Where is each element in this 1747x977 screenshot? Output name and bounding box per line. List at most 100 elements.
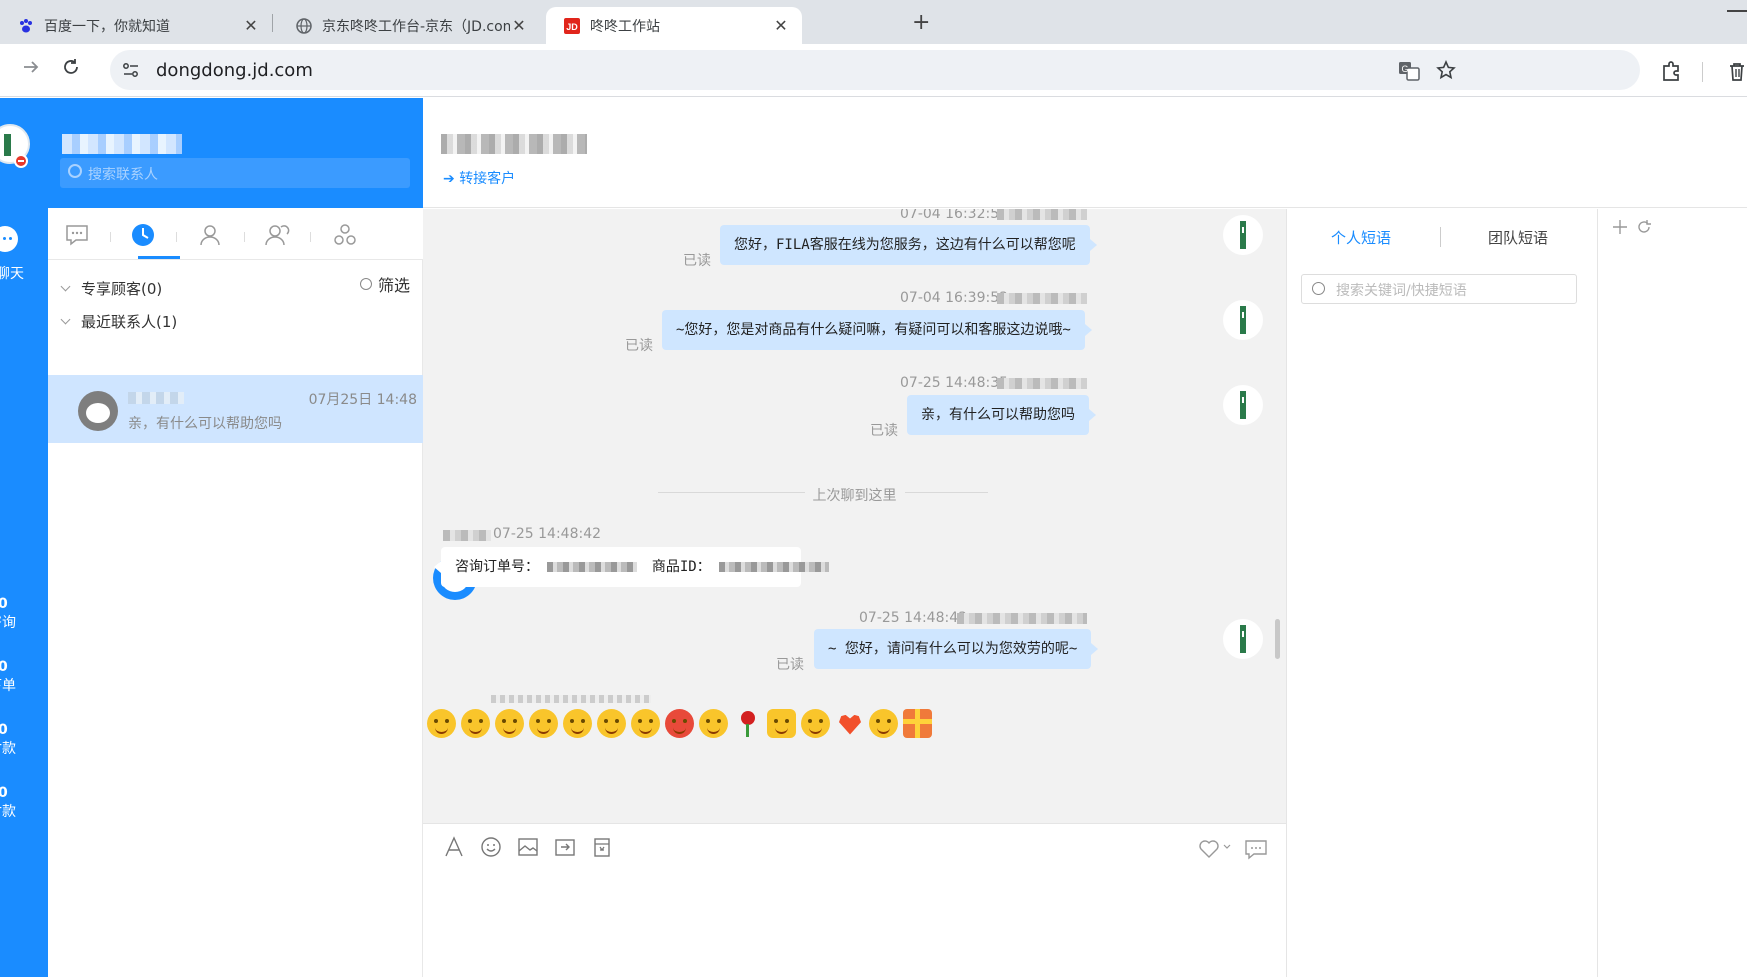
customer-name-redacted bbox=[128, 392, 184, 404]
message-bubble-outgoing: ~ 您好，请问有什么可以为您效劳的呢~ bbox=[814, 629, 1099, 669]
message-input-area[interactable] bbox=[423, 823, 1286, 977]
tab-personal-phrases[interactable]: 个人短语 bbox=[1331, 227, 1391, 248]
forward-arrow-icon[interactable] bbox=[22, 58, 40, 76]
emoji-moved-icon[interactable] bbox=[869, 708, 898, 738]
contact-list-item[interactable]: 07月25日 14:48 亲，有什么可以帮助您吗 bbox=[48, 375, 423, 443]
group-label: 最近联系人(1) bbox=[81, 313, 178, 331]
new-tab-button[interactable]: + bbox=[912, 10, 930, 35]
tab-group-icon[interactable] bbox=[332, 222, 358, 248]
group-vip-customers[interactable]: 专享顾客(0) bbox=[60, 278, 162, 299]
baidu-paw-icon bbox=[20, 18, 32, 32]
send-file-icon[interactable] bbox=[554, 836, 576, 858]
sender-name-redacted bbox=[997, 209, 1087, 220]
radio-icon bbox=[359, 278, 372, 290]
emoji-rose-icon[interactable] bbox=[733, 709, 762, 738]
stat-count: 0 bbox=[0, 659, 8, 675]
url-text[interactable]: dongdong.jd.com bbox=[156, 60, 313, 81]
emoji-wink-icon[interactable] bbox=[495, 708, 524, 738]
search-icon bbox=[1312, 282, 1325, 295]
minimize-window-icon[interactable] bbox=[1727, 10, 1747, 12]
svg-text:G: G bbox=[1401, 64, 1408, 74]
rail-stat-paid[interactable]: 0 付款 bbox=[0, 721, 16, 759]
message-bubble-outgoing: ~您好，您是对商品有什么疑问嘛，有疑问可以和客服这边说哦~ bbox=[662, 310, 1092, 350]
rail-chat-label[interactable]: 聊天 bbox=[0, 263, 24, 283]
add-icon[interactable] bbox=[1612, 219, 1628, 235]
phrase-search-input[interactable]: 搜索关键词/快捷短语 bbox=[1301, 274, 1577, 304]
reload-icon[interactable] bbox=[62, 58, 80, 76]
divider-label: 上次聊到这里 bbox=[804, 488, 905, 504]
close-tab-icon[interactable]: ✕ bbox=[510, 16, 528, 35]
browser-tab-strip: 百度一下，你就知道 ✕ 京东咚咚工作台-京东（JD.com） ✕ JD 咚咚工作… bbox=[0, 0, 1747, 44]
emoji-tongue-icon[interactable] bbox=[427, 708, 456, 738]
group-recent-contacts[interactable]: 最近联系人(1) bbox=[60, 311, 178, 332]
rail-stat-consult[interactable]: 0 咨询 bbox=[0, 595, 16, 633]
tab-recent-clock-icon[interactable] bbox=[130, 222, 156, 248]
translate-icon[interactable]: G bbox=[1398, 60, 1420, 82]
chat-customer-name-redacted bbox=[441, 134, 587, 154]
stat-label: 付款 bbox=[0, 741, 16, 757]
emoji-gift-icon[interactable] bbox=[903, 708, 932, 738]
coupon-icon[interactable] bbox=[591, 836, 613, 858]
stat-label: 付款 bbox=[0, 804, 16, 820]
quick-phrase-panel: 个人短语 团队短语 搜索关键词/快捷短语 bbox=[1286, 209, 1597, 977]
emoji-picker-icon[interactable] bbox=[480, 836, 502, 858]
contact-panel-header: 搜索联系人 bbox=[48, 98, 423, 208]
globe-icon bbox=[296, 17, 312, 34]
transfer-customer-button[interactable]: ➔ 转接客户 bbox=[443, 168, 515, 188]
emoji-victory-icon[interactable] bbox=[529, 708, 558, 738]
evaluation-invite-icon[interactable] bbox=[1198, 838, 1234, 860]
browser-tab-baidu[interactable]: 百度一下，你就知道 ✕ bbox=[0, 7, 272, 44]
tab-team-phrases[interactable]: 团队短语 bbox=[1488, 227, 1548, 248]
filter-toggle[interactable]: 筛选 bbox=[359, 272, 410, 296]
tab-contact-icon[interactable] bbox=[197, 222, 223, 248]
read-status: 已读 bbox=[625, 338, 653, 354]
font-style-icon[interactable] bbox=[443, 836, 465, 858]
emoji-blush-icon[interactable] bbox=[699, 708, 728, 738]
message-time: 07-25 14:48:35 bbox=[900, 375, 1009, 391]
message-scrollbar[interactable] bbox=[1275, 619, 1280, 659]
chevron-down-icon bbox=[60, 314, 71, 325]
chevron-down-icon bbox=[60, 281, 71, 292]
jd-logo-icon: JD bbox=[564, 17, 580, 34]
product-id-label: 商品ID： bbox=[651, 559, 711, 575]
emoji-smile-icon[interactable] bbox=[597, 708, 626, 738]
contact-search-input[interactable]: 搜索联系人 bbox=[60, 158, 410, 188]
emoji-dizzy-icon[interactable] bbox=[801, 708, 830, 738]
emoji-cool-icon[interactable] bbox=[631, 708, 660, 738]
browser-tab-dongdong[interactable]: JD 咚咚工作站 ✕ bbox=[546, 7, 802, 44]
agent-message-avatar bbox=[1223, 385, 1263, 425]
tab-title: 京东咚咚工作台-京东（JD.com） bbox=[322, 18, 510, 35]
sender-name-redacted bbox=[997, 378, 1087, 389]
emoji-quick-bar bbox=[423, 703, 1286, 743]
chat-bubble-icon[interactable] bbox=[0, 226, 18, 252]
tab-title: 百度一下，你就知道 bbox=[44, 18, 170, 35]
trash-icon[interactable] bbox=[1728, 62, 1746, 82]
tab-separator bbox=[310, 232, 311, 242]
close-tab-icon[interactable]: ✕ bbox=[772, 16, 790, 35]
bookmark-star-icon[interactable] bbox=[1436, 60, 1456, 80]
message-bubble-outgoing: 您好，FILA客服在线为您服务，这边有什么可以帮您呢 bbox=[720, 225, 1097, 265]
status-offline-badge[interactable] bbox=[14, 154, 28, 168]
emoji-heart-icon[interactable] bbox=[835, 709, 864, 738]
emoji-handshake-icon[interactable] bbox=[563, 708, 592, 738]
rail-stat-order[interactable]: 0 下单 bbox=[0, 658, 16, 696]
emoji-angry-icon[interactable] bbox=[665, 708, 694, 738]
quick-reply-icon[interactable] bbox=[1244, 838, 1268, 860]
close-tab-icon[interactable]: ✕ bbox=[242, 16, 260, 35]
image-icon[interactable] bbox=[517, 836, 539, 858]
refresh-icon[interactable] bbox=[1636, 219, 1652, 235]
emoji-thumbs-up-icon[interactable] bbox=[767, 708, 796, 738]
tab-separator bbox=[1440, 227, 1441, 247]
extensions-puzzle-icon[interactable] bbox=[1660, 60, 1682, 82]
emoji-hmm-icon[interactable] bbox=[461, 708, 490, 738]
site-settings-icon[interactable] bbox=[122, 61, 140, 79]
browser-tab-jd-workbench[interactable]: 京东咚咚工作台-京东（JD.com） ✕ bbox=[278, 7, 540, 44]
omnibox[interactable]: dongdong.jd.com G bbox=[110, 50, 1640, 90]
tab-customer-icon[interactable] bbox=[264, 222, 290, 248]
tab-messages-icon[interactable] bbox=[64, 222, 90, 248]
toolbar-separator bbox=[1702, 62, 1703, 82]
stat-label: 下单 bbox=[0, 678, 16, 694]
rail-stat-paid-2[interactable]: 0 付款 bbox=[0, 784, 16, 822]
product-id-redacted bbox=[719, 562, 830, 572]
arrow-right-icon: ➔ bbox=[443, 171, 455, 187]
